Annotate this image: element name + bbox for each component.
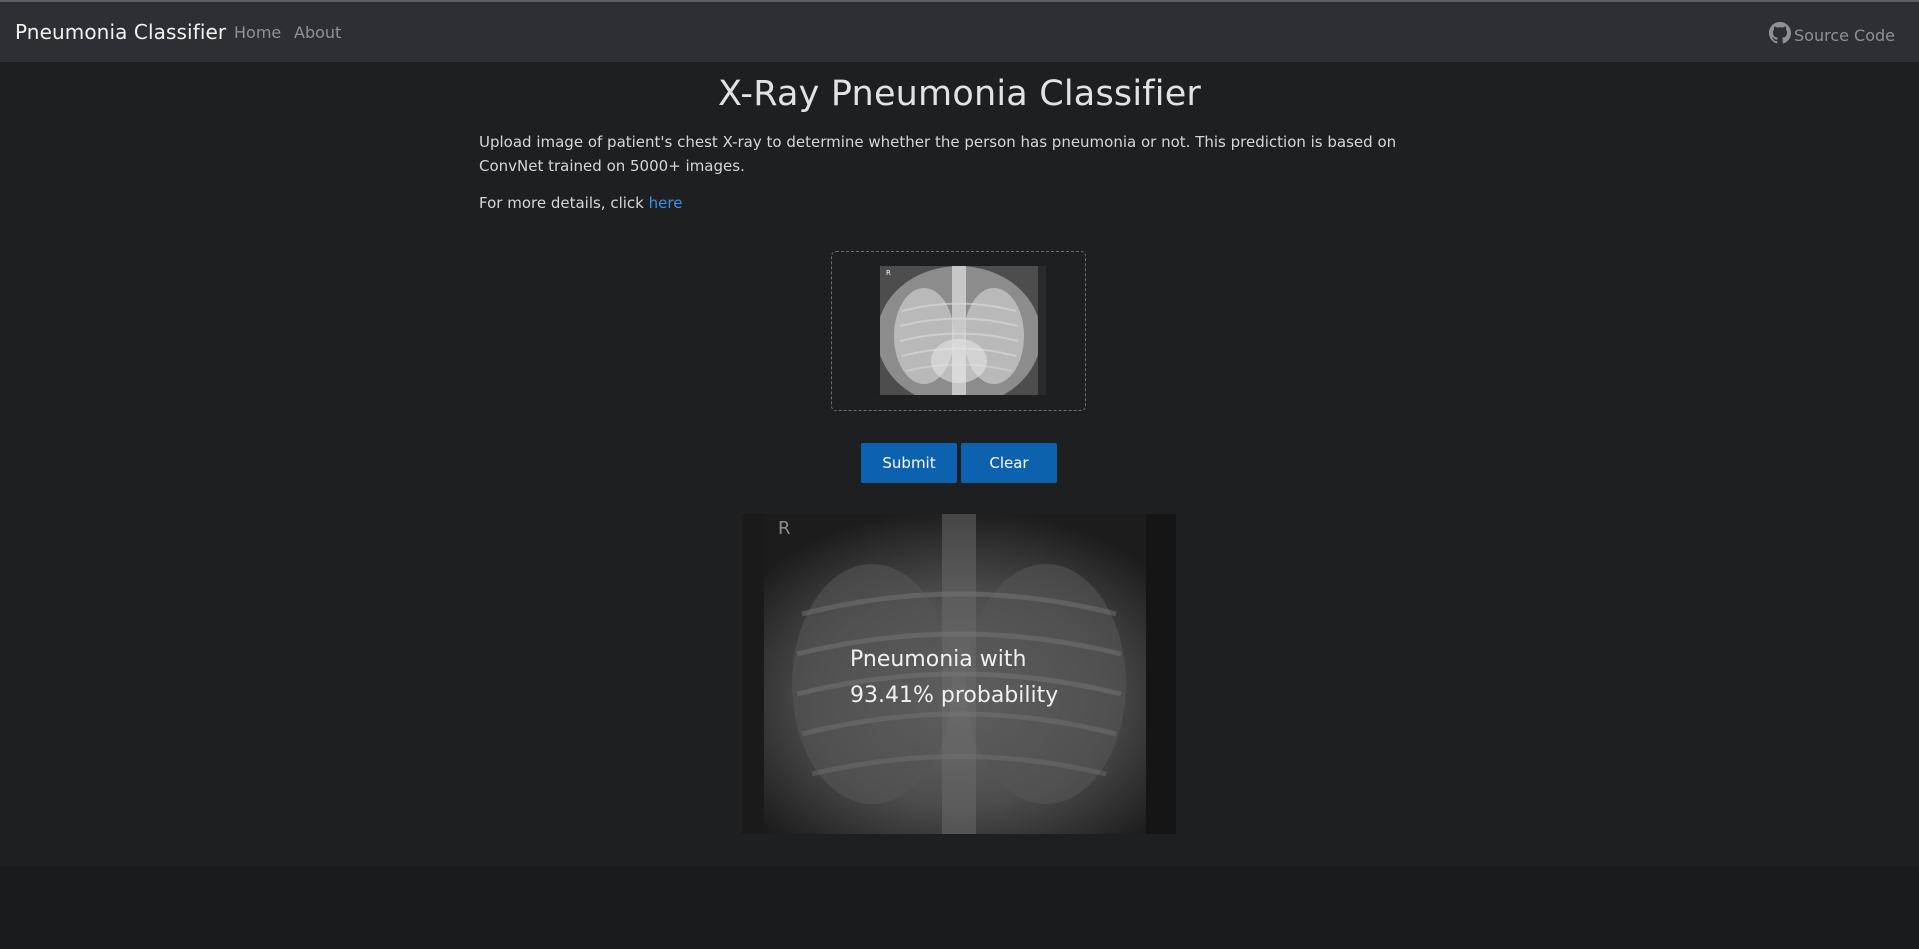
main-content: X-Ray Pneumonia Classifier Upload image … <box>0 62 1919 867</box>
result-panel: R Pneumonia with 93.41% probability <box>742 514 1176 834</box>
github-icon <box>1769 22 1794 48</box>
preview-marker: R <box>886 269 891 277</box>
navbar: Pneumonia Classifier Home About Source C… <box>0 2 1919 62</box>
source-code-label: Source Code <box>1794 25 1895 45</box>
prediction-text: Pneumonia with 93.41% probability <box>850 642 1150 714</box>
xray-preview-image: R <box>872 266 1046 395</box>
nav-home-link[interactable]: Home <box>234 23 281 42</box>
nav-about-link[interactable]: About <box>294 23 341 42</box>
more-details-text: For more details, click here <box>479 194 682 212</box>
description-text: Upload image of patient's chest X-ray to… <box>479 133 1397 175</box>
prediction-line-2: 93.41% probability <box>850 683 1059 708</box>
here-link[interactable]: here <box>649 194 683 212</box>
submit-button[interactable]: Submit <box>861 443 957 483</box>
upload-dropzone[interactable]: R <box>831 251 1086 411</box>
result-image-marker: R <box>778 518 791 539</box>
clear-button[interactable]: Clear <box>961 443 1057 483</box>
more-details-prefix: For more details, click <box>479 194 649 212</box>
source-code-link[interactable]: Source Code <box>1769 22 1895 48</box>
prediction-line-1: Pneumonia with <box>850 647 1027 672</box>
brand-link[interactable]: Pneumonia Classifier <box>15 20 226 44</box>
page-title: X-Ray Pneumonia Classifier <box>717 74 1202 114</box>
footer <box>0 867 1919 949</box>
